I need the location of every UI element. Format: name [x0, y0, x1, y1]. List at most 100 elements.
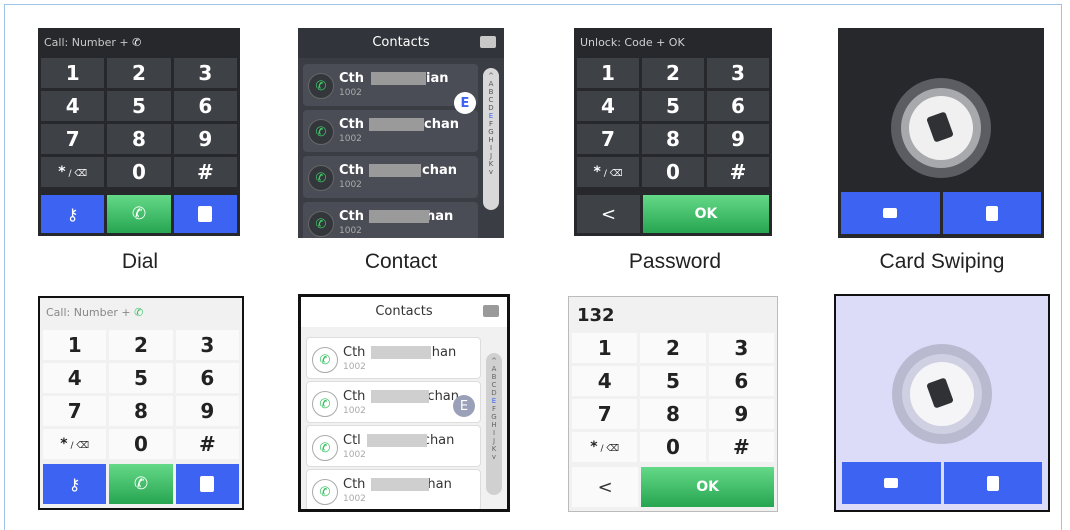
key-1[interactable]: 1: [577, 58, 639, 88]
alpha-letter[interactable]: I: [490, 144, 492, 152]
key-0[interactable]: 0: [640, 432, 706, 462]
alpha-letter[interactable]: F: [489, 120, 493, 128]
key-star[interactable]: * / ⌫: [41, 157, 105, 187]
key-7[interactable]: 7: [41, 124, 105, 154]
back-button[interactable]: <: [572, 467, 639, 507]
back-button[interactable]: <: [577, 195, 640, 233]
key-9[interactable]: 9: [707, 124, 769, 154]
key-hash[interactable]: #: [173, 157, 237, 187]
call-button[interactable]: ✆: [109, 464, 173, 504]
key-hash[interactable]: #: [175, 429, 239, 459]
alpha-letter[interactable]: A: [492, 365, 497, 373]
alpha-letter[interactable]: H: [491, 421, 496, 429]
key-2[interactable]: 2: [109, 330, 173, 360]
key-2[interactable]: 2: [107, 58, 171, 88]
phone-icon[interactable]: ✆: [312, 435, 338, 461]
keypad-button[interactable]: [841, 192, 940, 234]
key-2[interactable]: 2: [640, 333, 706, 363]
key-0[interactable]: 0: [109, 429, 173, 459]
contacts-button[interactable]: [175, 464, 239, 504]
contact-row[interactable]: ✆ Cth chan 1002: [303, 110, 478, 152]
key-hash[interactable]: #: [707, 157, 769, 187]
key-9[interactable]: 9: [173, 124, 237, 154]
key-4[interactable]: 4: [43, 363, 107, 393]
alpha-up[interactable]: ^: [488, 72, 494, 80]
key-6[interactable]: 6: [707, 91, 769, 121]
alpha-letter[interactable]: K: [492, 445, 497, 453]
alphabet-index[interactable]: ^ A B C D E F G H I J K v: [486, 353, 502, 495]
phone-icon[interactable]: ✆: [308, 119, 334, 145]
alpha-letter[interactable]: D: [491, 389, 496, 397]
key-7[interactable]: 7: [572, 399, 638, 429]
alpha-letter[interactable]: K: [489, 160, 494, 168]
key-5[interactable]: 5: [109, 363, 173, 393]
key-5[interactable]: 5: [640, 366, 706, 396]
key-2[interactable]: 2: [642, 58, 704, 88]
contact-row[interactable]: ✆ Ctl chan 1002: [306, 425, 481, 467]
keypad-grid-icon[interactable]: [480, 36, 496, 48]
key-5[interactable]: 5: [642, 91, 704, 121]
contact-row[interactable]: ✆ Cth han 1002: [306, 469, 481, 509]
contact-row[interactable]: ✆ Cth ian 1002: [303, 64, 478, 106]
key-3[interactable]: 3: [707, 58, 769, 88]
key-8[interactable]: 8: [642, 124, 704, 154]
key-6[interactable]: 6: [173, 91, 237, 121]
key-7[interactable]: 7: [577, 124, 639, 154]
call-button[interactable]: ✆: [107, 195, 171, 233]
key-8[interactable]: 8: [109, 396, 173, 426]
key-button[interactable]: ⚷: [43, 464, 107, 504]
key-0[interactable]: 0: [642, 157, 704, 187]
key-3[interactable]: 3: [175, 330, 239, 360]
key-button[interactable]: ⚷: [41, 195, 105, 233]
contacts-button[interactable]: [942, 192, 1041, 234]
alpha-letter-active[interactable]: E: [489, 112, 493, 120]
alpha-letter[interactable]: G: [491, 413, 496, 421]
key-1[interactable]: 1: [41, 58, 105, 88]
alpha-letter[interactable]: J: [493, 437, 495, 445]
key-3[interactable]: 3: [708, 333, 774, 363]
contacts-button[interactable]: [943, 462, 1042, 504]
key-6[interactable]: 6: [175, 363, 239, 393]
key-9[interactable]: 9: [708, 399, 774, 429]
alpha-letter-active[interactable]: E: [492, 397, 496, 405]
alpha-up[interactable]: ^: [491, 357, 497, 365]
key-star[interactable]: * / ⌫: [572, 432, 638, 462]
key-7[interactable]: 7: [43, 396, 107, 426]
key-4[interactable]: 4: [41, 91, 105, 121]
alpha-letter[interactable]: C: [489, 96, 494, 104]
alpha-letter[interactable]: H: [488, 136, 493, 144]
phone-icon[interactable]: ✆: [312, 479, 338, 505]
key-8[interactable]: 8: [640, 399, 706, 429]
alpha-letter[interactable]: J: [490, 152, 492, 160]
contacts-button[interactable]: [173, 195, 237, 233]
key-1[interactable]: 1: [572, 333, 638, 363]
key-3[interactable]: 3: [173, 58, 237, 88]
alpha-down[interactable]: v: [489, 168, 493, 176]
contact-row[interactable]: ✆ Cth han 1002: [303, 202, 478, 238]
key-hash[interactable]: #: [708, 432, 774, 462]
alpha-letter[interactable]: C: [492, 381, 497, 389]
alpha-down[interactable]: v: [492, 453, 496, 461]
key-5[interactable]: 5: [107, 91, 171, 121]
keypad-button[interactable]: [842, 462, 941, 504]
phone-icon[interactable]: ✆: [308, 73, 334, 99]
key-1[interactable]: 1: [43, 330, 107, 360]
key-9[interactable]: 9: [175, 396, 239, 426]
contact-row[interactable]: ✆ Cth:han 1002: [306, 337, 481, 379]
keypad-grid-icon[interactable]: [483, 305, 499, 317]
key-star[interactable]: * / ⌫: [43, 429, 107, 459]
alpha-letter[interactable]: G: [488, 128, 493, 136]
ok-button[interactable]: OK: [643, 195, 769, 233]
phone-icon[interactable]: ✆: [312, 391, 338, 417]
key-6[interactable]: 6: [708, 366, 774, 396]
phone-icon[interactable]: ✆: [308, 165, 334, 191]
alpha-letter[interactable]: I: [493, 429, 495, 437]
contact-row[interactable]: ✆ Cth chan 1002: [303, 156, 478, 198]
alpha-letter[interactable]: B: [492, 373, 497, 381]
phone-icon[interactable]: ✆: [312, 347, 338, 373]
key-star[interactable]: * / ⌫: [577, 157, 639, 187]
alpha-letter[interactable]: F: [492, 405, 496, 413]
phone-icon[interactable]: ✆: [308, 211, 334, 237]
alpha-letter[interactable]: B: [489, 88, 494, 96]
key-8[interactable]: 8: [107, 124, 171, 154]
